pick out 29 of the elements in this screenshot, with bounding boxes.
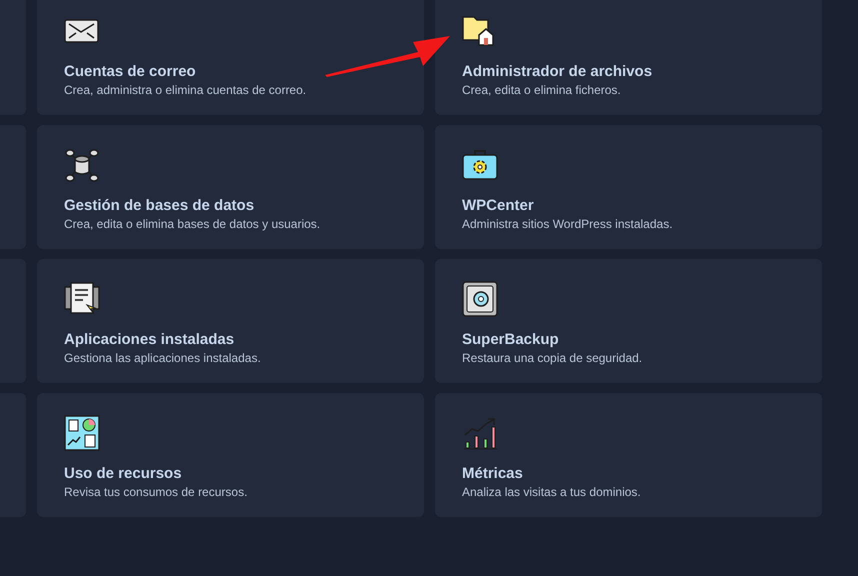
card-description: Revisa tus consumos de recursos. [64,484,248,500]
tool-card[interactable]: WPCenter Administra sitios WordPress instaladas. [435,125,822,249]
card-description: Gestiona las aplicaciones instaladas. [64,350,262,366]
card-title: SuperBackup [462,330,560,350]
card-title: Métricas [462,464,524,484]
tool-card[interactable]: Gestión de bases de datos Crea, edita o elimina bases de datos y usuarios. [37,125,424,249]
briefcase-gear-icon [462,147,498,183]
tool-card[interactable]: Aplicaciones instaladas Gestiona las aplicaciones instaladas. [37,259,424,383]
card-description: Crea, edita o elimina bases de datos y usuarios. [64,216,322,232]
tool-card[interactable]: Métricas Analiza las visitas a tus dominios. [435,393,822,517]
card-title: Gestión de bases de datos [64,196,256,216]
card-description: Analiza las visitas a tus dominios. [462,484,642,500]
database-icon [64,147,100,183]
card-title: Aplicaciones instaladas [64,330,236,350]
card-title: Administrador de archivos [462,62,654,82]
tool-card[interactable]: Uso de recursos Revisa tus consumos de recursos. [37,393,424,517]
dashboard-icon [64,415,100,451]
card-title: Uso de recursos [64,464,183,484]
card-description: Administra sitios WordPress instaladas. [462,216,674,232]
card-description: Crea, administra o elimina cuentas de correo. [64,82,308,98]
tool-card[interactable]: SuperBackup Restaura una copia de seguridad. [435,259,822,383]
card-description: Crea, edita o elimina ficheros. [462,82,622,98]
card-title: WPCenter [462,196,535,216]
tool-card[interactable]: Cuentas de correo Crea, administra o elimina cuentas de correo. [37,0,424,115]
card-title: Cuentas de correo [64,62,197,82]
document-cursor-icon [64,281,100,317]
card-description: Restaura una copia de seguridad. [462,350,644,366]
tool-card[interactable]: Administrador de archivos Crea, edita o elimina ficheros. [435,0,822,115]
safe-icon [462,281,498,317]
